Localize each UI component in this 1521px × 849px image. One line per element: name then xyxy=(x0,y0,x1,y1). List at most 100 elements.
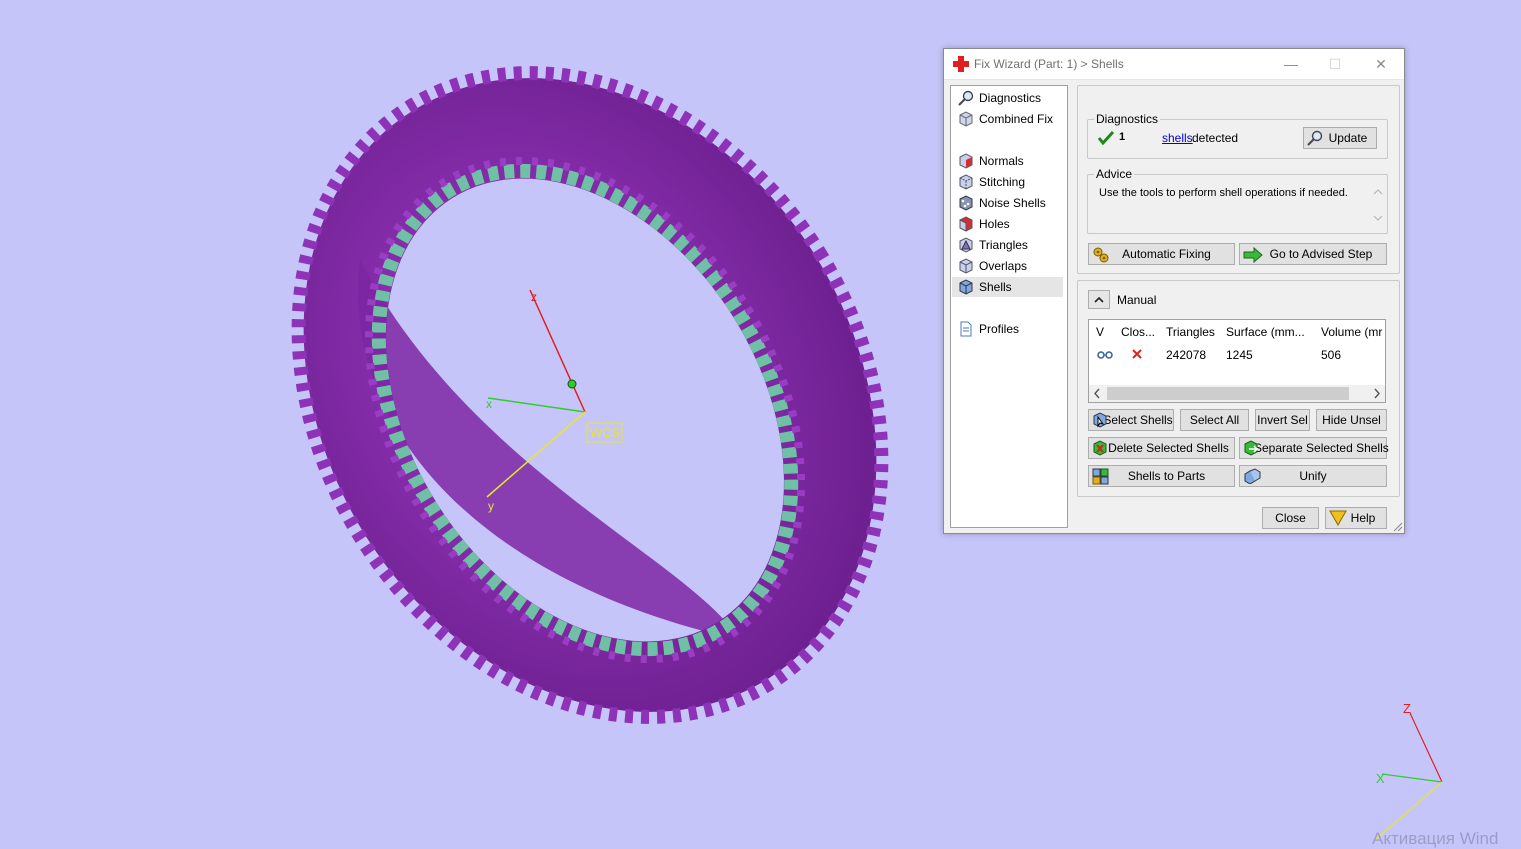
diagnostics-group: Diagnostics 1 shells detected Update xyxy=(1087,112,1388,159)
triangles-cube-icon xyxy=(959,237,973,253)
nav-item-label: Profiles xyxy=(979,322,1020,336)
nav-item-label: Diagnostics xyxy=(979,91,1042,105)
column-header[interactable]: Triangles xyxy=(1166,325,1215,339)
advice-group-label: Advice xyxy=(1094,167,1135,181)
normals-cube-icon xyxy=(959,153,973,169)
manual-label: Manual xyxy=(1117,293,1157,307)
hide-unselected-button[interactable]: Hide Unsel xyxy=(1316,409,1387,431)
manual-panel: Manual V Clos... Triangles Surface (mm..… xyxy=(1077,280,1400,497)
mini-axis-x-label: X xyxy=(1376,771,1385,786)
maximize-button[interactable]: ☐ xyxy=(1313,49,1357,79)
chevron-up-icon xyxy=(1373,189,1383,195)
scrollbar-thumb[interactable] xyxy=(1107,387,1349,400)
axis-z-label: z xyxy=(531,290,537,304)
separate-cube-icon xyxy=(1244,440,1259,456)
volume-cell: 506 xyxy=(1321,348,1342,362)
chevron-right-icon[interactable] xyxy=(1372,388,1382,399)
select-all-button[interactable]: Select All xyxy=(1180,409,1249,431)
invert-selection-button[interactable]: Invert Sel xyxy=(1255,409,1310,431)
nav-item-label: Noise Shells xyxy=(979,196,1046,210)
magnifier-icon xyxy=(958,90,974,106)
update-button[interactable]: Update xyxy=(1303,127,1377,149)
go-to-advised-step-button[interactable]: Go to Advised Step xyxy=(1239,243,1387,265)
fix-wizard-dialog: Fix Wizard (Part: 1) > Shells — ☐ ✕ Diag… xyxy=(943,48,1405,534)
help-button[interactable]: Help xyxy=(1325,507,1387,529)
noise-shells-icon xyxy=(959,195,973,211)
column-header[interactable]: Volume (mr xyxy=(1321,325,1382,339)
help-funnel-icon xyxy=(1329,510,1347,526)
stitching-cube-icon xyxy=(959,174,973,190)
green-arrow-icon xyxy=(1243,246,1263,264)
orientation-axes: Z X xyxy=(1374,701,1443,841)
chevron-left-icon[interactable] xyxy=(1092,388,1102,399)
nav-item-label: Stitching xyxy=(979,175,1026,189)
triangles-cell: 242078 xyxy=(1166,348,1207,362)
column-header[interactable]: Surface (mm... xyxy=(1226,325,1305,339)
shells-link[interactable]: shells xyxy=(1162,131,1193,145)
nav-item-normals[interactable]: Normals xyxy=(952,151,1063,171)
diagnostics-group-label: Diagnostics xyxy=(1094,112,1161,126)
axis-x-label: x xyxy=(486,397,492,411)
nav-item-profiles[interactable]: Profiles xyxy=(952,319,1063,339)
nav-item-label: Triangles xyxy=(979,238,1028,252)
surface-cell: 1245 xyxy=(1226,348,1253,362)
nav-item-diagnostics[interactable]: Diagnostics xyxy=(952,88,1063,108)
separate-selected-shells-button[interactable]: Separate Selected Shells xyxy=(1239,437,1389,459)
gears-icon xyxy=(1093,247,1109,263)
close-button[interactable]: Close xyxy=(1262,507,1319,529)
title-bar[interactable]: Fix Wizard (Part: 1) > Shells — ☐ ✕ xyxy=(944,49,1404,80)
overlaps-cube-icon xyxy=(959,258,973,274)
close-window-button[interactable]: ✕ xyxy=(1359,49,1403,79)
advice-scrollbar[interactable] xyxy=(1371,183,1385,229)
red-x-icon xyxy=(1132,349,1142,359)
nav-item-label: Shells xyxy=(979,280,1012,294)
parts-cubes-icon xyxy=(1092,468,1109,485)
delete-selected-shells-button[interactable]: Delete Selected Shells xyxy=(1088,437,1235,459)
document-icon xyxy=(960,321,972,337)
shells-cube-icon xyxy=(959,279,973,295)
nav-item-label: Normals xyxy=(979,154,1024,168)
wizard-step-list: Diagnostics Combined Fix Normals Stitchi… xyxy=(950,85,1068,528)
nav-item-overlaps[interactable]: Overlaps xyxy=(952,256,1063,276)
nav-item-noise-shells[interactable]: Noise Shells xyxy=(952,193,1063,213)
unify-button[interactable]: Unify xyxy=(1239,465,1387,487)
nav-item-stitching[interactable]: Stitching xyxy=(952,172,1063,192)
shell-count: 1 xyxy=(1119,131,1126,143)
detected-text: detected xyxy=(1192,131,1239,145)
nav-item-triangles[interactable]: Triangles xyxy=(952,235,1063,255)
nav-item-label: Overlaps xyxy=(979,259,1028,273)
activation-watermark: Активация Wind xyxy=(1372,829,1499,848)
green-check-icon xyxy=(1098,130,1114,146)
shells-table[interactable]: V Clos... Triangles Surface (mm... Volum… xyxy=(1088,319,1386,403)
window-title: Fix Wizard (Part: 1) > Shells xyxy=(974,57,1124,71)
nav-item-combined-fix[interactable]: Combined Fix xyxy=(952,109,1063,129)
chevron-up-icon xyxy=(1094,296,1104,303)
automatic-fixing-button[interactable]: Automatic Fixing xyxy=(1088,243,1235,265)
ring-model[interactable] xyxy=(181,0,999,826)
axis-y-label: y xyxy=(488,499,494,513)
holes-cube-icon xyxy=(959,216,973,232)
chevron-down-icon xyxy=(1373,215,1383,221)
resize-grip-icon[interactable] xyxy=(1393,522,1403,532)
column-header[interactable]: V xyxy=(1096,325,1104,339)
advice-group: Advice Use the tools to perform shell op… xyxy=(1087,167,1388,234)
nav-item-holes[interactable]: Holes xyxy=(952,214,1063,234)
diagnostics-panel: Diagnostics 1 shells detected Update Adv… xyxy=(1077,85,1400,274)
mini-axis-z-label: Z xyxy=(1403,701,1411,716)
nav-item-shells[interactable]: Shells xyxy=(952,277,1063,297)
delete-cube-icon xyxy=(1093,440,1107,456)
nav-item-label: Combined Fix xyxy=(979,112,1054,126)
horizontal-scrollbar[interactable] xyxy=(1089,385,1385,402)
advice-text: Use the tools to perform shell operation… xyxy=(1099,187,1348,199)
column-header[interactable]: Clos... xyxy=(1121,325,1155,339)
cursor-cube-icon xyxy=(1093,412,1107,428)
unify-cubes-icon xyxy=(1244,468,1261,484)
wcs-label: WCS xyxy=(590,425,621,440)
red-cross-icon xyxy=(953,56,969,72)
select-shells-button[interactable]: Select Shells xyxy=(1088,409,1174,431)
collapse-manual-button[interactable] xyxy=(1088,290,1110,309)
shells-to-parts-button[interactable]: Shells to Parts xyxy=(1088,465,1235,487)
cube-icon xyxy=(959,111,973,127)
visibility-glasses-icon[interactable] xyxy=(1096,348,1114,360)
minimize-button[interactable]: — xyxy=(1269,49,1313,79)
